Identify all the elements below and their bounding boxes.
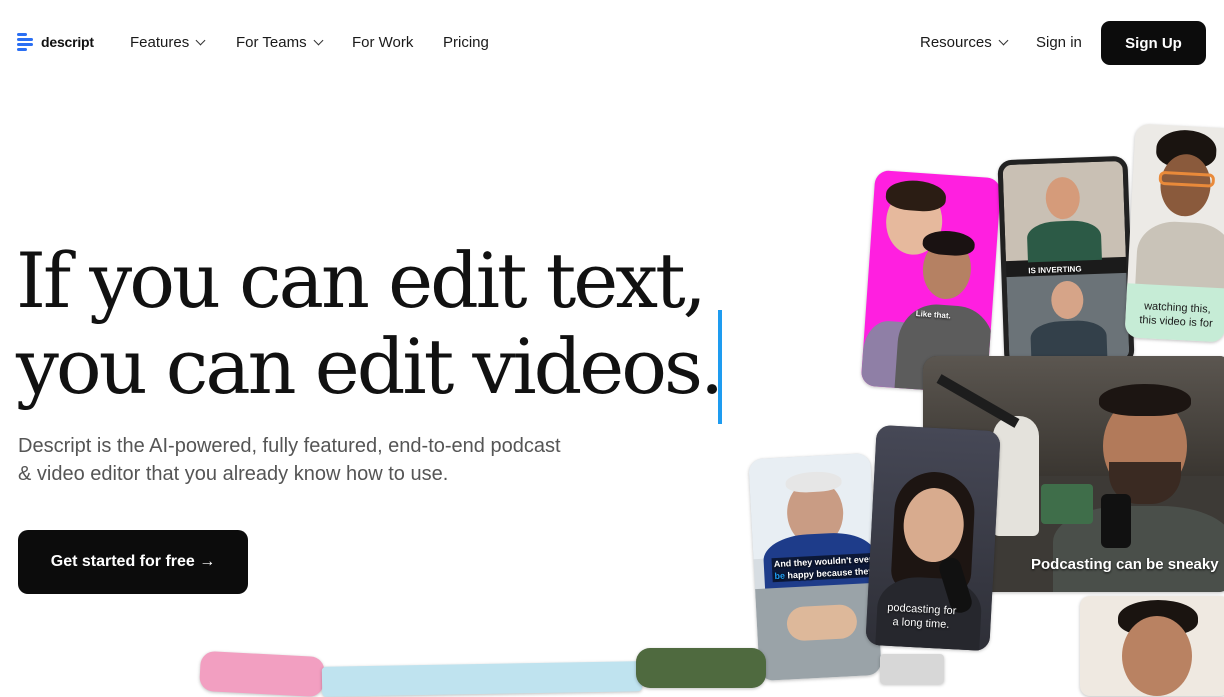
video-thumbnail-older-man: And they wouldn't ever be happy because …	[748, 452, 882, 682]
caption-podcasting-sneaky: Podcasting can be sneaky	[1031, 556, 1219, 573]
video-thumbnail-phone-split: IS INVERTING	[997, 155, 1135, 369]
nav-pricing[interactable]: Pricing	[443, 34, 489, 51]
nav-for-teams[interactable]: For Teams	[236, 34, 324, 51]
logo-text: descript	[41, 34, 94, 50]
hero-subtitle: Descript is the AI-powered, fully featur…	[18, 435, 561, 485]
video-thumbnail-woman-glasses: watching this, this video is for	[1124, 123, 1224, 343]
chevron-down-icon	[998, 35, 1009, 46]
sign-up-button[interactable]: Sign Up	[1101, 21, 1206, 65]
nav-resources-label: Resources	[920, 34, 992, 51]
sign-in-link[interactable]: Sign in	[1036, 34, 1082, 51]
nav-for-work[interactable]: For Work	[352, 34, 413, 51]
video-thumbnail-bottom-gray	[880, 654, 944, 684]
nav-for-teams-label: For Teams	[236, 34, 307, 51]
nav-for-work-label: For Work	[352, 34, 414, 51]
hero-headline: If you can edit text, you can edit video…	[16, 238, 776, 410]
sign-in-label: Sign in	[1036, 34, 1082, 51]
chevron-down-icon	[195, 35, 206, 46]
chevron-down-icon	[313, 35, 324, 46]
nav-features[interactable]: Features	[130, 34, 206, 51]
headline-line-1: If you can edit text,	[16, 236, 707, 325]
video-thumbnail-bottom-plant	[636, 648, 766, 688]
nav-pricing-label: Pricing	[443, 34, 489, 51]
descript-logo-icon	[17, 32, 35, 52]
caption-wouldnt-word-be: be	[774, 570, 786, 582]
video-thumbnail-bottom-pink	[199, 650, 325, 697]
nav-features-label: Features	[130, 34, 190, 51]
nav-resources[interactable]: Resources	[920, 34, 1009, 51]
video-thumbnail-woman-microphone: podcasting for a long time.	[865, 424, 1001, 652]
get-started-button[interactable]: Get started for free →	[18, 530, 248, 594]
descript-logo[interactable]: descript	[17, 32, 94, 52]
text-cursor-caret	[718, 310, 722, 424]
caption-is-inverting: IS INVERTING	[1028, 264, 1082, 276]
headline-line-2: you can edit videos.	[16, 322, 724, 411]
video-thumbnail-young-man	[1080, 596, 1224, 696]
video-thumbnail-bottom-lightblue	[321, 661, 643, 697]
top-nav: descript Features For Teams For Work Pri…	[0, 0, 1224, 86]
